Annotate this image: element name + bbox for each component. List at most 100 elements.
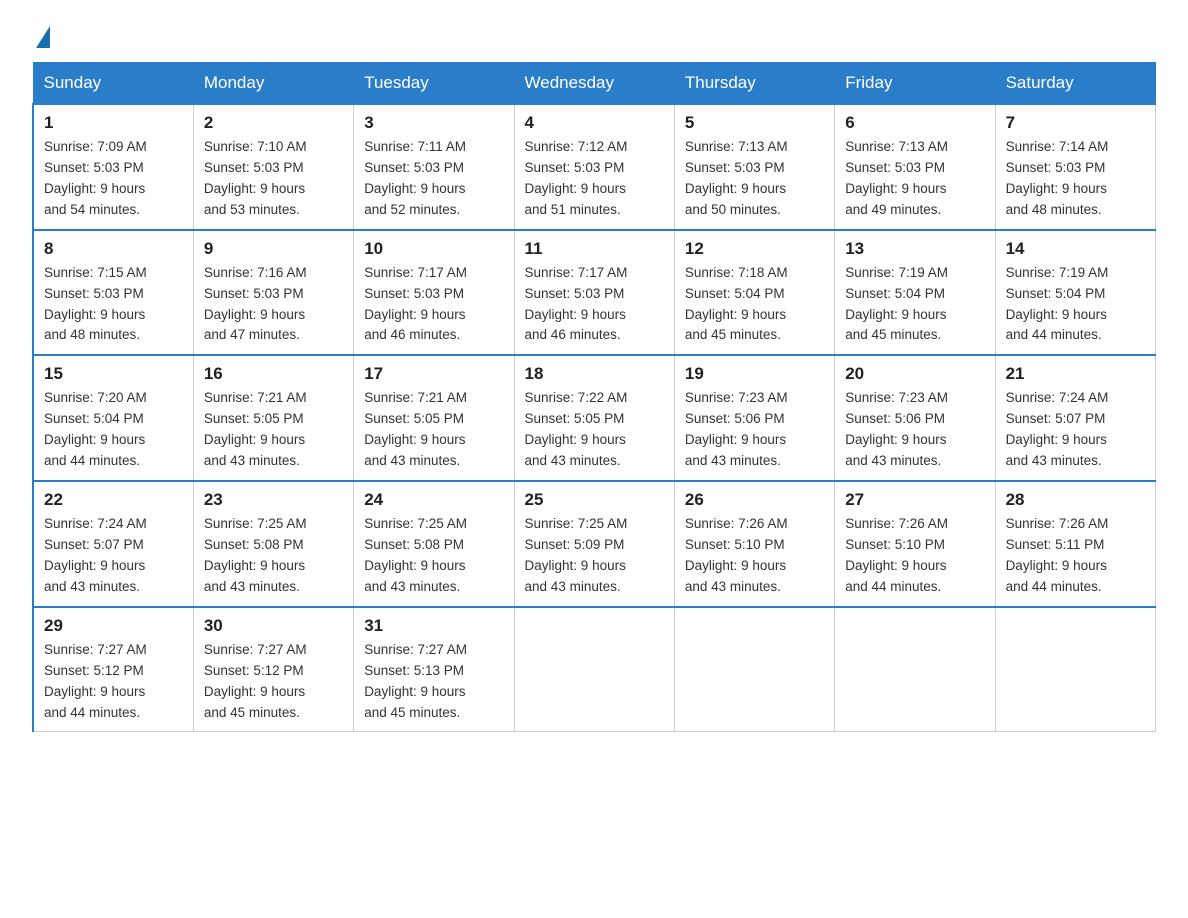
logo-triangle-icon <box>36 26 50 48</box>
day-info: Sunrise: 7:21 AMSunset: 5:05 PMDaylight:… <box>204 388 343 472</box>
day-info: Sunrise: 7:27 AMSunset: 5:12 PMDaylight:… <box>204 640 343 724</box>
col-tuesday: Tuesday <box>354 63 514 105</box>
week-row-1: 1 Sunrise: 7:09 AMSunset: 5:03 PMDayligh… <box>33 104 1156 230</box>
day-info: Sunrise: 7:15 AMSunset: 5:03 PMDaylight:… <box>44 263 183 347</box>
day-number: 18 <box>525 364 664 384</box>
day-info: Sunrise: 7:23 AMSunset: 5:06 PMDaylight:… <box>845 388 984 472</box>
calendar-cell: 16 Sunrise: 7:21 AMSunset: 5:05 PMDaylig… <box>193 355 353 481</box>
day-info: Sunrise: 7:24 AMSunset: 5:07 PMDaylight:… <box>1006 388 1145 472</box>
day-number: 7 <box>1006 113 1145 133</box>
header-row: Sunday Monday Tuesday Wednesday Thursday… <box>33 63 1156 105</box>
calendar-cell: 5 Sunrise: 7:13 AMSunset: 5:03 PMDayligh… <box>674 104 834 230</box>
calendar-cell: 12 Sunrise: 7:18 AMSunset: 5:04 PMDaylig… <box>674 230 834 356</box>
col-thursday: Thursday <box>674 63 834 105</box>
day-number: 28 <box>1006 490 1145 510</box>
day-info: Sunrise: 7:14 AMSunset: 5:03 PMDaylight:… <box>1006 137 1145 221</box>
day-info: Sunrise: 7:25 AMSunset: 5:09 PMDaylight:… <box>525 514 664 598</box>
day-number: 19 <box>685 364 824 384</box>
day-info: Sunrise: 7:17 AMSunset: 5:03 PMDaylight:… <box>364 263 503 347</box>
day-info: Sunrise: 7:09 AMSunset: 5:03 PMDaylight:… <box>44 137 183 221</box>
calendar-cell: 10 Sunrise: 7:17 AMSunset: 5:03 PMDaylig… <box>354 230 514 356</box>
day-info: Sunrise: 7:11 AMSunset: 5:03 PMDaylight:… <box>364 137 503 221</box>
calendar-table: Sunday Monday Tuesday Wednesday Thursday… <box>32 62 1156 732</box>
day-number: 10 <box>364 239 503 259</box>
calendar-cell <box>995 607 1155 732</box>
calendar-cell: 25 Sunrise: 7:25 AMSunset: 5:09 PMDaylig… <box>514 481 674 607</box>
day-info: Sunrise: 7:10 AMSunset: 5:03 PMDaylight:… <box>204 137 343 221</box>
day-number: 22 <box>44 490 183 510</box>
day-number: 5 <box>685 113 824 133</box>
week-row-2: 8 Sunrise: 7:15 AMSunset: 5:03 PMDayligh… <box>33 230 1156 356</box>
day-number: 26 <box>685 490 824 510</box>
calendar-cell: 6 Sunrise: 7:13 AMSunset: 5:03 PMDayligh… <box>835 104 995 230</box>
day-info: Sunrise: 7:27 AMSunset: 5:12 PMDaylight:… <box>44 640 183 724</box>
calendar-cell: 22 Sunrise: 7:24 AMSunset: 5:07 PMDaylig… <box>33 481 193 607</box>
day-number: 4 <box>525 113 664 133</box>
calendar-cell: 24 Sunrise: 7:25 AMSunset: 5:08 PMDaylig… <box>354 481 514 607</box>
day-info: Sunrise: 7:22 AMSunset: 5:05 PMDaylight:… <box>525 388 664 472</box>
day-number: 29 <box>44 616 183 636</box>
calendar-cell: 4 Sunrise: 7:12 AMSunset: 5:03 PMDayligh… <box>514 104 674 230</box>
day-number: 14 <box>1006 239 1145 259</box>
day-info: Sunrise: 7:16 AMSunset: 5:03 PMDaylight:… <box>204 263 343 347</box>
calendar-cell: 20 Sunrise: 7:23 AMSunset: 5:06 PMDaylig… <box>835 355 995 481</box>
day-info: Sunrise: 7:19 AMSunset: 5:04 PMDaylight:… <box>1006 263 1145 347</box>
day-number: 31 <box>364 616 503 636</box>
day-info: Sunrise: 7:12 AMSunset: 5:03 PMDaylight:… <box>525 137 664 221</box>
day-number: 13 <box>845 239 984 259</box>
day-number: 27 <box>845 490 984 510</box>
calendar-cell: 23 Sunrise: 7:25 AMSunset: 5:08 PMDaylig… <box>193 481 353 607</box>
day-number: 23 <box>204 490 343 510</box>
day-info: Sunrise: 7:13 AMSunset: 5:03 PMDaylight:… <box>845 137 984 221</box>
day-info: Sunrise: 7:21 AMSunset: 5:05 PMDaylight:… <box>364 388 503 472</box>
day-info: Sunrise: 7:26 AMSunset: 5:11 PMDaylight:… <box>1006 514 1145 598</box>
day-number: 3 <box>364 113 503 133</box>
day-info: Sunrise: 7:24 AMSunset: 5:07 PMDaylight:… <box>44 514 183 598</box>
day-number: 30 <box>204 616 343 636</box>
day-info: Sunrise: 7:18 AMSunset: 5:04 PMDaylight:… <box>685 263 824 347</box>
calendar-cell: 21 Sunrise: 7:24 AMSunset: 5:07 PMDaylig… <box>995 355 1155 481</box>
calendar-cell: 13 Sunrise: 7:19 AMSunset: 5:04 PMDaylig… <box>835 230 995 356</box>
calendar-cell: 9 Sunrise: 7:16 AMSunset: 5:03 PMDayligh… <box>193 230 353 356</box>
calendar-cell: 1 Sunrise: 7:09 AMSunset: 5:03 PMDayligh… <box>33 104 193 230</box>
calendar-cell <box>674 607 834 732</box>
col-monday: Monday <box>193 63 353 105</box>
calendar-cell <box>514 607 674 732</box>
calendar-cell: 30 Sunrise: 7:27 AMSunset: 5:12 PMDaylig… <box>193 607 353 732</box>
col-wednesday: Wednesday <box>514 63 674 105</box>
day-number: 17 <box>364 364 503 384</box>
day-number: 21 <box>1006 364 1145 384</box>
day-info: Sunrise: 7:25 AMSunset: 5:08 PMDaylight:… <box>204 514 343 598</box>
day-number: 9 <box>204 239 343 259</box>
day-number: 1 <box>44 113 183 133</box>
logo <box>32 28 50 50</box>
day-info: Sunrise: 7:17 AMSunset: 5:03 PMDaylight:… <box>525 263 664 347</box>
calendar-cell: 29 Sunrise: 7:27 AMSunset: 5:12 PMDaylig… <box>33 607 193 732</box>
day-info: Sunrise: 7:13 AMSunset: 5:03 PMDaylight:… <box>685 137 824 221</box>
calendar-cell: 2 Sunrise: 7:10 AMSunset: 5:03 PMDayligh… <box>193 104 353 230</box>
day-number: 20 <box>845 364 984 384</box>
page-header <box>32 24 1156 50</box>
calendar-cell <box>835 607 995 732</box>
day-info: Sunrise: 7:23 AMSunset: 5:06 PMDaylight:… <box>685 388 824 472</box>
day-number: 2 <box>204 113 343 133</box>
week-row-3: 15 Sunrise: 7:20 AMSunset: 5:04 PMDaylig… <box>33 355 1156 481</box>
day-number: 8 <box>44 239 183 259</box>
calendar-cell: 19 Sunrise: 7:23 AMSunset: 5:06 PMDaylig… <box>674 355 834 481</box>
day-info: Sunrise: 7:26 AMSunset: 5:10 PMDaylight:… <box>685 514 824 598</box>
day-number: 16 <box>204 364 343 384</box>
col-sunday: Sunday <box>33 63 193 105</box>
day-info: Sunrise: 7:20 AMSunset: 5:04 PMDaylight:… <box>44 388 183 472</box>
calendar-cell: 15 Sunrise: 7:20 AMSunset: 5:04 PMDaylig… <box>33 355 193 481</box>
calendar-cell: 26 Sunrise: 7:26 AMSunset: 5:10 PMDaylig… <box>674 481 834 607</box>
calendar-cell: 8 Sunrise: 7:15 AMSunset: 5:03 PMDayligh… <box>33 230 193 356</box>
week-row-5: 29 Sunrise: 7:27 AMSunset: 5:12 PMDaylig… <box>33 607 1156 732</box>
col-friday: Friday <box>835 63 995 105</box>
day-number: 12 <box>685 239 824 259</box>
calendar-cell: 17 Sunrise: 7:21 AMSunset: 5:05 PMDaylig… <box>354 355 514 481</box>
day-number: 15 <box>44 364 183 384</box>
day-number: 11 <box>525 239 664 259</box>
calendar-cell: 3 Sunrise: 7:11 AMSunset: 5:03 PMDayligh… <box>354 104 514 230</box>
col-saturday: Saturday <box>995 63 1155 105</box>
calendar-cell: 14 Sunrise: 7:19 AMSunset: 5:04 PMDaylig… <box>995 230 1155 356</box>
